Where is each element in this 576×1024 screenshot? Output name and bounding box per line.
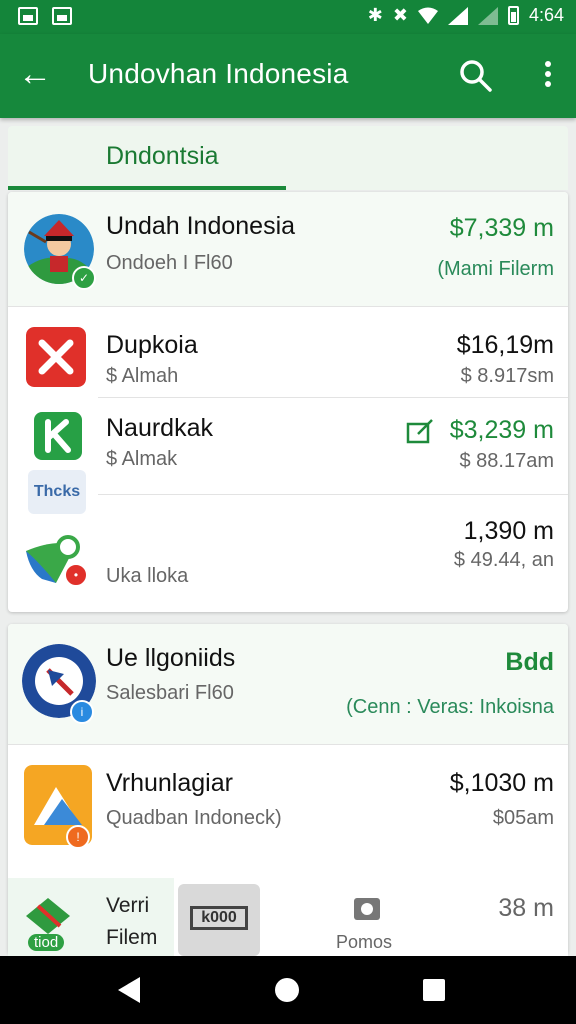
search-icon[interactable] [456, 56, 494, 94]
item-sub: Salesbari Fl60 [106, 682, 234, 704]
system-nav-bar [0, 956, 576, 1024]
item-amount: $ 8.917sm [460, 365, 554, 387]
tab-dndontsia[interactable]: Dndontsia [106, 142, 219, 171]
bottom-label-2: Filem [106, 926, 158, 949]
red-x-app-icon [26, 327, 86, 387]
asset-list-card: ✓ Undah Indonesia Ondoeh I Fl60 $7,339 m… [8, 192, 568, 612]
item-name: Vrhunlagiar [106, 769, 233, 797]
tab-indicator [8, 186, 286, 190]
item-amount: $ 49.44, an [453, 549, 554, 571]
item-price: Bdd [505, 648, 554, 676]
edit-icon[interactable] [406, 418, 434, 444]
item-price: $3,239 m [449, 416, 554, 444]
list-item[interactable]: Dupkoia $ Almah $16,19m $ 8.917sm [8, 307, 568, 397]
tab-bar: Dndontsia [8, 126, 568, 190]
app-title: Undovhan Indonesia [88, 58, 349, 89]
bottom-label-pomos[interactable]: Pomos [336, 932, 392, 953]
gallery-notification-icon [52, 7, 72, 25]
nav-back-icon[interactable] [118, 977, 140, 1003]
wifi-icon [417, 7, 438, 24]
back-arrow-icon[interactable]: ← [18, 56, 58, 96]
list-item[interactable]: ✓ Undah Indonesia Ondoeh I Fl60 $7,339 m… [8, 192, 568, 306]
bottom-item-code[interactable]: k000 [178, 884, 260, 956]
item-sub: Uka lloka [106, 565, 189, 587]
item-amount: $05am [492, 807, 554, 829]
item-amount: (Cenn : Veras: Inkoisna [346, 696, 554, 718]
more-options-icon[interactable] [542, 58, 554, 92]
list-item[interactable]: Naurdkak $ Almak $3,239 m $ 88.17am [8, 398, 568, 494]
info-badge-icon: i [70, 700, 94, 724]
verified-badge-icon: ✓ [72, 266, 96, 290]
bottom-item-verri[interactable]: tiod Verri Filem [8, 878, 174, 956]
item-sub: $ Almah [106, 365, 179, 387]
item-sub: Ondoeh I Fl60 [106, 252, 233, 274]
item-price: 1,390 m [463, 517, 554, 545]
clock: 4:64 [528, 5, 564, 25]
bottom-label-1: Verri [106, 894, 150, 917]
item-name: Dupkoia [106, 331, 198, 359]
list-item[interactable]: ! Vrhunlagiar Quadban Indoneck) $,1030 m… [8, 745, 568, 867]
signal-weak-icon [477, 6, 498, 25]
green-k-app-icon [34, 412, 82, 460]
app-bar: ← Undovhan Indonesia [0, 34, 576, 118]
item-sub: $ Almak [106, 448, 178, 470]
status-bar: ✱ ✖ 4:64 [0, 0, 576, 34]
item-name: Naurdkak [106, 414, 213, 442]
camera-icon[interactable] [352, 894, 382, 922]
image-notification-icon [18, 7, 38, 25]
battery-icon [507, 6, 519, 25]
item-price: $,1030 m [449, 769, 554, 797]
vibrate-icon: ✖ [392, 5, 408, 25]
warning-badge-icon: ! [66, 825, 90, 849]
bottom-badge: tiod [28, 934, 65, 951]
item-amount: (Mami Filerm [437, 258, 554, 280]
code-label: k000 [190, 906, 248, 930]
item-price: $7,339 m [449, 214, 554, 242]
item-sub: Quadban Indoneck) [106, 807, 282, 829]
item-name: Ue llgoniids [106, 644, 236, 672]
nav-home-icon[interactable] [275, 978, 299, 1002]
item-name: Undah Indonesia [106, 212, 296, 240]
list-item[interactable]: i Ue llgoniids Salesbari Fl60 Bdd (Cenn … [8, 624, 568, 744]
alert-badge-icon: • [64, 563, 88, 587]
bottom-amount: 38 m [498, 894, 554, 922]
bottom-strip: tiod Verri Filem k000 Pomos 38 m [8, 878, 568, 956]
list-item[interactable]: • Uka lloka 1,390 m $ 49.44, an [8, 495, 568, 612]
bluetooth-icon: ✱ [367, 5, 383, 25]
signal-icon [447, 6, 468, 25]
green-arrow-app-icon [26, 898, 70, 934]
item-price: $16,19m [456, 331, 554, 359]
nav-recents-icon[interactable] [423, 979, 445, 1001]
item-amount: $ 88.17am [459, 450, 554, 472]
